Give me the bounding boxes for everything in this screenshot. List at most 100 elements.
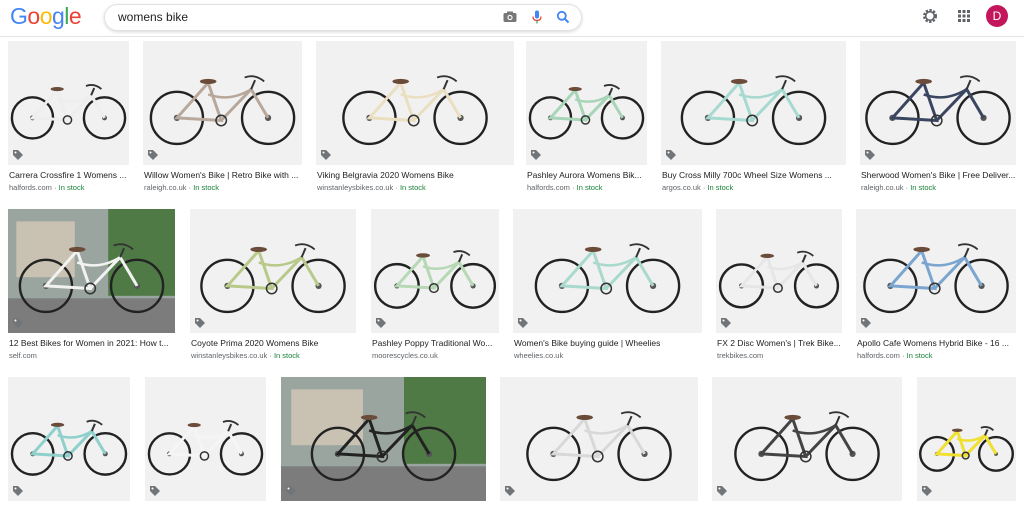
result-thumbnail[interactable] — [712, 377, 902, 501]
search-box[interactable]: womens bike — [104, 4, 582, 31]
image-result-tile[interactable]: Viking Belgravia 2020 Womens Bike winstan… — [316, 41, 514, 195]
image-result-tile[interactable]: Pashley Aurora Womens Bik... halfords.com… — [526, 41, 647, 195]
source-domain: argos.co.uk — [662, 183, 701, 192]
logo-letter: e — [68, 3, 82, 29]
stock-status: In stock — [193, 183, 220, 192]
search-icon[interactable] — [555, 9, 571, 25]
result-thumbnail[interactable] — [8, 41, 129, 165]
result-thumbnail[interactable] — [513, 209, 702, 333]
bike-image — [147, 420, 264, 476]
image-result-tile[interactable]: 12 Best Bikes for Women in 2021: How t..… — [8, 209, 175, 363]
bike-image — [149, 75, 296, 146]
result-thumbnail[interactable] — [8, 377, 130, 501]
bike-image — [200, 243, 346, 314]
result-thumbnail[interactable] — [917, 377, 1016, 501]
product-tag-icon — [531, 150, 541, 160]
search-input[interactable]: womens bike — [118, 10, 188, 24]
result-thumbnail[interactable] — [860, 41, 1016, 165]
result-thumbnail[interactable] — [371, 209, 499, 333]
product-tag-icon — [922, 486, 932, 496]
result-source: halfords.com · In stock — [9, 183, 84, 192]
product-tag-icon — [148, 150, 158, 160]
result-title[interactable]: Sherwood Women's Bike | Free Deliver... — [861, 170, 1017, 180]
image-result-tile[interactable]: Willow Women's Bike | Retro Bike with ..… — [143, 41, 302, 195]
result-title[interactable]: Coyote Prima 2020 Womens Bike — [191, 338, 357, 348]
result-title[interactable]: FX 2 Disc Women's | Trek Bike... — [717, 338, 843, 348]
result-title[interactable]: 12 Best Bikes for Women in 2021: How t..… — [9, 338, 176, 348]
image-result-tile[interactable]: Coyote Prima 2020 Womens Bike winstanleys… — [190, 209, 356, 363]
image-result-tile[interactable] — [712, 377, 902, 531]
separator-dot: · — [569, 183, 577, 192]
result-thumbnail[interactable] — [281, 377, 486, 501]
account-avatar[interactable]: D — [986, 5, 1008, 27]
product-tag-icon — [321, 150, 331, 160]
result-title[interactable]: Carrera Crossfire 1 Womens ... — [9, 170, 130, 180]
image-result-tile[interactable] — [145, 377, 266, 531]
bike-image — [863, 243, 1009, 314]
microphone-icon[interactable] — [529, 9, 545, 25]
result-thumbnail[interactable] — [190, 209, 356, 333]
result-title[interactable]: Women's Bike buying guide | Wheelies — [514, 338, 703, 348]
source-domain: raleigh.co.uk — [144, 183, 187, 192]
settings-gear-icon[interactable] — [921, 7, 939, 25]
bike-image — [718, 250, 840, 309]
product-tag-icon — [666, 150, 676, 160]
image-result-tile[interactable]: Buy Cross Milly 700c Wheel Size Womens .… — [661, 41, 846, 195]
stock-status: In stock — [707, 183, 734, 192]
image-result-tile[interactable]: Women's Bike buying guide | Wheelies whee… — [513, 209, 702, 363]
stock-status: In stock — [910, 183, 937, 192]
result-title[interactable]: Viking Belgravia 2020 Womens Bike — [317, 170, 515, 180]
source-domain: wheelies.co.uk — [514, 351, 564, 360]
bike-image — [865, 75, 1011, 146]
image-result-tile[interactable] — [8, 377, 130, 531]
image-result-tile[interactable]: Pashley Poppy Traditional Wo... moorescyc… — [371, 209, 499, 363]
result-thumbnail[interactable] — [145, 377, 266, 501]
apps-grid-icon[interactable] — [955, 7, 973, 25]
image-result-tile[interactable] — [917, 377, 1016, 531]
bike-image — [281, 377, 486, 501]
product-tag-icon — [150, 486, 160, 496]
google-logo[interactable]: Google — [10, 3, 82, 30]
camera-icon[interactable] — [502, 9, 518, 25]
bike-image — [734, 411, 880, 482]
image-result-tile[interactable] — [281, 377, 486, 531]
image-result-tile[interactable]: Sherwood Women's Bike | Free Deliver... r… — [860, 41, 1016, 195]
result-title[interactable]: Buy Cross Milly 700c Wheel Size Womens .… — [662, 170, 847, 180]
result-thumbnail[interactable] — [526, 41, 647, 165]
result-thumbnail[interactable] — [661, 41, 846, 165]
result-title[interactable]: Pashley Poppy Traditional Wo... — [372, 338, 500, 348]
result-title[interactable]: Willow Women's Bike | Retro Bike with ..… — [144, 170, 303, 180]
product-tag-icon — [518, 318, 528, 328]
logo-letter: o — [27, 3, 40, 29]
source-domain: self.com — [9, 351, 37, 360]
result-thumbnail[interactable] — [8, 209, 175, 333]
product-tag-icon — [505, 486, 515, 496]
product-tag-icon — [376, 318, 386, 328]
result-thumbnail[interactable] — [143, 41, 302, 165]
image-result-tile[interactable]: Apollo Cafe Womens Hybrid Bike - 16 ... h… — [856, 209, 1016, 363]
result-thumbnail[interactable] — [316, 41, 514, 165]
source-domain: halfords.com — [9, 183, 52, 192]
bike-image — [10, 419, 128, 476]
result-source: wheelies.co.uk — [514, 351, 563, 360]
result-thumbnail[interactable] — [716, 209, 842, 333]
result-title[interactable]: Pashley Aurora Womens Bik... — [527, 170, 648, 180]
logo-letter: o — [39, 3, 53, 29]
result-thumbnail[interactable] — [500, 377, 698, 501]
result-thumbnail[interactable] — [856, 209, 1016, 333]
result-source: moorescycles.co.uk — [372, 351, 438, 360]
result-source: argos.co.uk · In stock — [662, 183, 733, 192]
result-title[interactable]: Apollo Cafe Womens Hybrid Bike - 16 ... — [857, 338, 1017, 348]
bike-image — [680, 75, 827, 146]
image-result-tile[interactable] — [500, 377, 698, 531]
logo-letter: G — [10, 3, 28, 29]
separator-dot: · — [899, 351, 907, 360]
separator-dot: · — [267, 351, 274, 360]
result-source: winstanleysbikes.co.uk · In stock — [191, 351, 300, 360]
result-source: raleigh.co.uk · In stock — [861, 183, 936, 192]
image-result-tile[interactable]: FX 2 Disc Women's | Trek Bike... trekbike… — [716, 209, 842, 363]
source-domain: halfords.com — [527, 183, 570, 192]
product-tag-icon — [721, 318, 731, 328]
image-result-tile[interactable]: Carrera Crossfire 1 Womens ... halfords.c… — [8, 41, 129, 195]
product-tag-icon — [13, 486, 23, 496]
